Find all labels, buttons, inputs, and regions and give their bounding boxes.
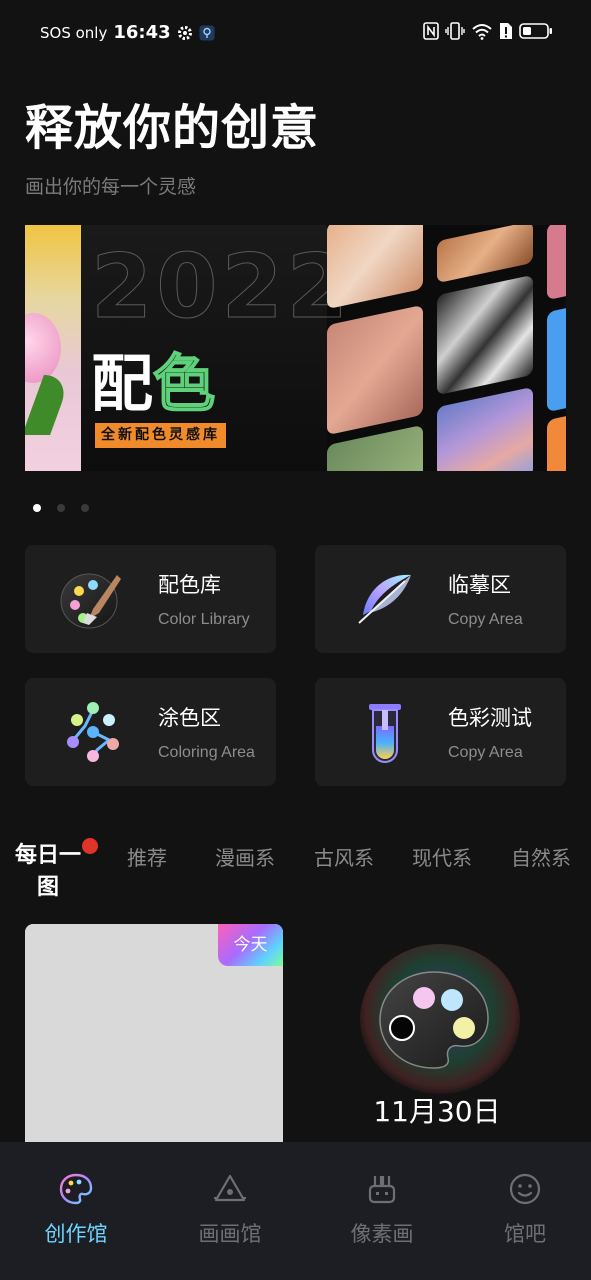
palette-brush-icon bbox=[60, 573, 121, 629]
clock: 16:43 bbox=[113, 22, 171, 43]
nav-pixel-art[interactable]: 像素画 bbox=[322, 1172, 442, 1248]
banner-color-tiles bbox=[325, 225, 566, 471]
feature-card-subtitle: Copy Area bbox=[448, 611, 523, 628]
bottom-navigation: 创作馆 画画馆 像素画 馆吧 bbox=[0, 1142, 591, 1280]
page-title: 释放你的创意 bbox=[25, 100, 320, 156]
tab-nature-style[interactable]: 自然系 bbox=[511, 842, 571, 871]
tab-modern-style[interactable]: 现代系 bbox=[412, 842, 472, 871]
nav-label: 像素画 bbox=[350, 1222, 414, 1246]
banner-title-part1: 配 bbox=[91, 347, 154, 420]
banner-tag: 全新配色灵感库 bbox=[95, 423, 226, 448]
feature-card-subtitle: Copy Area bbox=[448, 744, 523, 761]
feature-card-coloring-area[interactable]: 涂色区 Coloring Area bbox=[25, 678, 276, 786]
wifi-icon bbox=[472, 24, 492, 40]
daily-date-panel: 11月30日 bbox=[310, 924, 570, 1154]
nfc-icon bbox=[423, 22, 439, 40]
feature-card-title: 临摹区 bbox=[448, 573, 511, 597]
notification-app-icon bbox=[199, 25, 215, 40]
tab-classical-style[interactable]: 古风系 bbox=[314, 842, 374, 871]
banner-title-part2: 色 bbox=[152, 346, 216, 421]
nav-creation-hall[interactable]: 创作馆 bbox=[16, 1172, 136, 1248]
feather-icon bbox=[358, 574, 411, 624]
daily-date: 11月30日 bbox=[373, 1095, 501, 1128]
feature-card-color-test[interactable]: 色彩测试 Copy Area bbox=[315, 678, 566, 786]
feature-card-title: 涂色区 bbox=[158, 706, 221, 730]
palette-icon bbox=[379, 971, 489, 1069]
nav-label: 画画馆 bbox=[198, 1222, 262, 1246]
feature-card-subtitle: Color Library bbox=[158, 611, 250, 628]
nav-label: 馆吧 bbox=[504, 1222, 546, 1246]
promo-banner[interactable]: 2022 配色 全新配色灵感库 bbox=[25, 225, 566, 471]
banner-year: 2022 bbox=[91, 235, 352, 339]
banner-flower-image bbox=[25, 225, 81, 471]
sim-alert-icon bbox=[500, 23, 512, 39]
category-tabs: 每日一图 推荐 漫画系 古风系 现代系 自然系 bbox=[0, 838, 591, 908]
daily-picture-card[interactable]: 今天 bbox=[25, 924, 283, 1154]
today-badge: 今天 bbox=[218, 924, 283, 966]
palette-icon bbox=[59, 1173, 93, 1205]
settings-gear-icon bbox=[177, 25, 192, 40]
tab-comic-style[interactable]: 漫画系 bbox=[215, 842, 275, 871]
easel-icon bbox=[214, 1174, 246, 1202]
tab-daily-picture[interactable]: 每日一图 bbox=[8, 840, 88, 904]
banner-title: 配色 bbox=[91, 333, 216, 423]
new-badge bbox=[82, 838, 98, 854]
nav-label: 创作馆 bbox=[44, 1222, 108, 1246]
carousel-dot[interactable] bbox=[81, 504, 89, 512]
carousel-indicator bbox=[33, 504, 89, 512]
vibrate-icon bbox=[445, 22, 465, 40]
pixel-bunny-icon bbox=[368, 1176, 396, 1204]
nav-forum[interactable]: 馆吧 bbox=[465, 1172, 585, 1248]
page-subtitle: 画出你的每一个灵感 bbox=[25, 176, 197, 198]
smiley-icon bbox=[509, 1173, 541, 1205]
carrier-text: SOS only bbox=[40, 23, 108, 42]
test-tube-icon bbox=[369, 704, 401, 763]
feature-card-copy-area[interactable]: 临摹区 Copy Area bbox=[315, 545, 566, 653]
carousel-dot[interactable] bbox=[33, 504, 41, 512]
feature-card-subtitle: Coloring Area bbox=[158, 744, 255, 761]
feature-card-title: 色彩测试 bbox=[448, 706, 532, 730]
battery-icon bbox=[519, 23, 552, 39]
nav-painting-hall[interactable]: 画画馆 bbox=[170, 1172, 290, 1248]
status-bar: SOS only 16:43 bbox=[0, 0, 591, 66]
color-dots-icon bbox=[67, 702, 119, 762]
feature-card-title: 配色库 bbox=[158, 573, 221, 597]
carousel-dot[interactable] bbox=[57, 504, 65, 512]
feature-card-color-library[interactable]: 配色库 Color Library bbox=[25, 545, 276, 653]
tab-recommended[interactable]: 推荐 bbox=[127, 842, 167, 871]
